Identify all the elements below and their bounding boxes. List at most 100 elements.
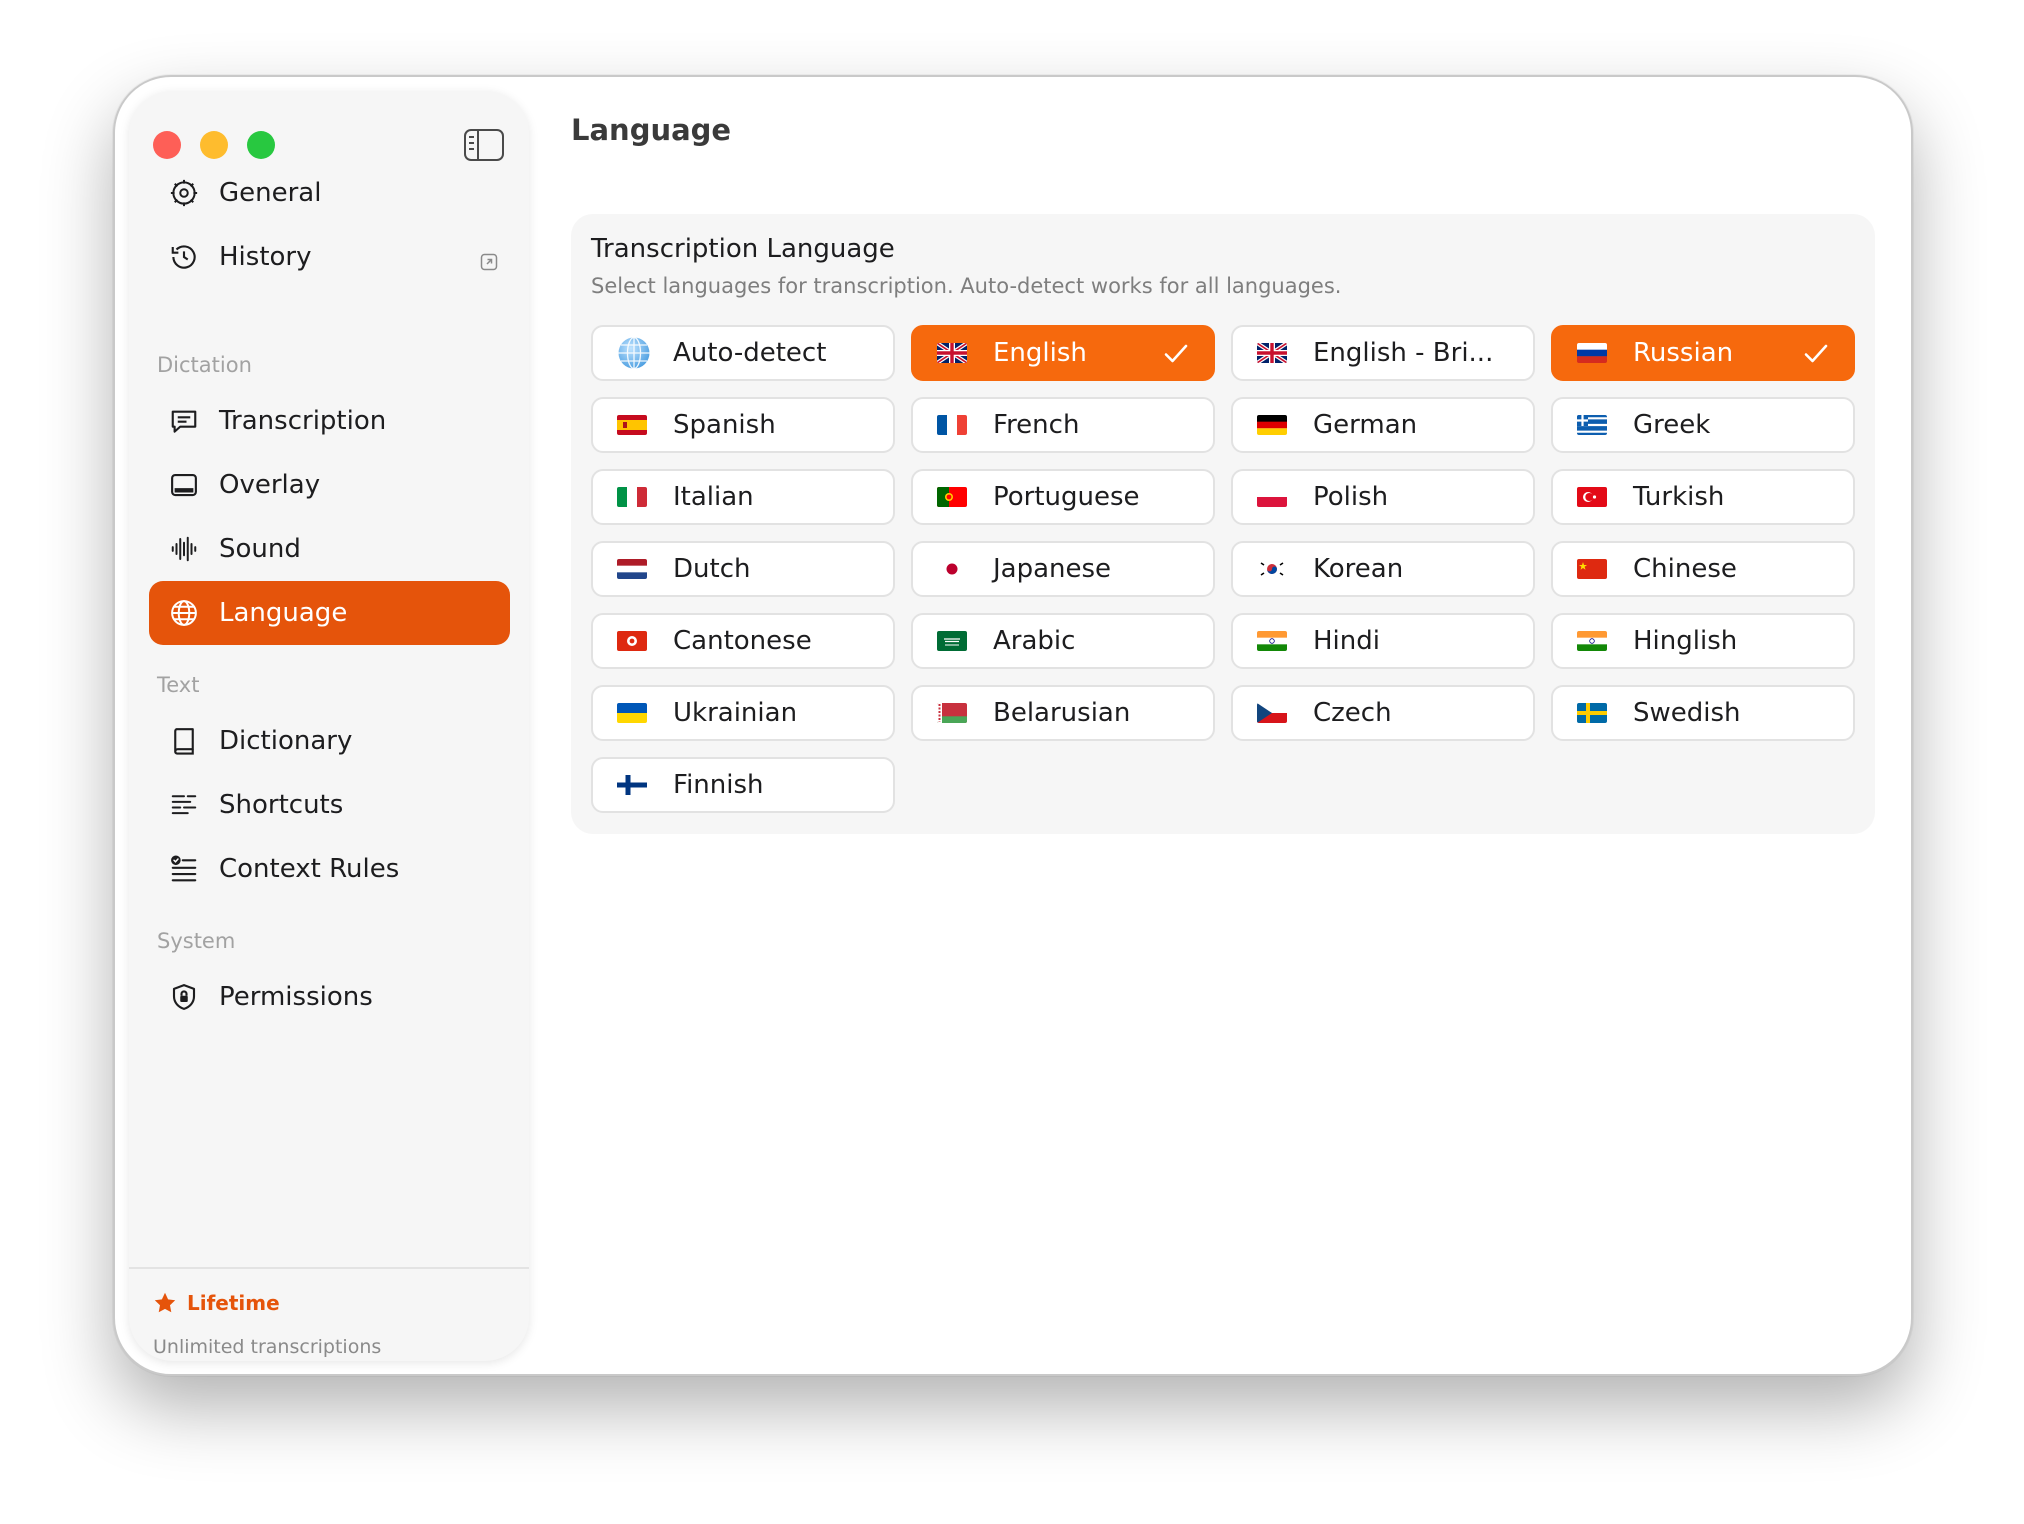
close-window-button[interactable] bbox=[153, 131, 181, 159]
language-option-greek[interactable]: Greek bbox=[1551, 397, 1855, 453]
flag-cz-icon bbox=[1257, 703, 1287, 723]
flag-pt-icon bbox=[937, 487, 967, 507]
language-label: Cantonese bbox=[673, 626, 812, 656]
sidebar: General History Dictation Transcription … bbox=[129, 91, 529, 1361]
language-option-czech[interactable]: Czech bbox=[1231, 685, 1535, 741]
language-option-spanish[interactable]: Spanish bbox=[591, 397, 895, 453]
language-option-hindi[interactable]: Hindi bbox=[1231, 613, 1535, 669]
language-option-italian[interactable]: Italian bbox=[591, 469, 895, 525]
sidebar-item-shortcuts[interactable]: Shortcuts bbox=[149, 773, 510, 837]
language-label: English bbox=[993, 338, 1087, 368]
sidebar-item-transcription[interactable]: Transcription bbox=[149, 389, 510, 453]
settings-window: General History Dictation Transcription … bbox=[113, 75, 1913, 1376]
sidebar-item-label: Overlay bbox=[219, 470, 321, 500]
flag-by-icon bbox=[937, 703, 967, 723]
flag-gb-icon bbox=[937, 343, 967, 363]
language-option-finnish[interactable]: Finnish bbox=[591, 757, 895, 813]
panel-title: Transcription Language bbox=[591, 234, 895, 264]
flag-nl-icon bbox=[617, 559, 647, 579]
flag-fi-icon bbox=[617, 775, 647, 795]
waveform-icon bbox=[169, 534, 199, 564]
globe-icon bbox=[618, 336, 650, 370]
gear-icon bbox=[169, 178, 199, 208]
page-title: Language bbox=[571, 113, 732, 147]
language-label: Korean bbox=[1313, 554, 1404, 584]
flag-kr-icon bbox=[1257, 559, 1287, 579]
sidebar-item-dictionary[interactable]: Dictionary bbox=[149, 709, 510, 773]
section-label-dictation: Dictation bbox=[157, 353, 252, 377]
shield-lock-icon bbox=[169, 982, 199, 1012]
window-controls bbox=[153, 131, 275, 159]
language-option-dutch[interactable]: Dutch bbox=[591, 541, 895, 597]
sidebar-item-language[interactable]: Language bbox=[149, 581, 510, 645]
language-label: Arabic bbox=[993, 626, 1076, 656]
language-grid: Auto-detect English English - Bri... Russia… bbox=[591, 325, 1855, 813]
book-icon bbox=[169, 726, 199, 756]
language-option-japanese[interactable]: Japanese bbox=[911, 541, 1215, 597]
language-option-portuguese[interactable]: Portuguese bbox=[911, 469, 1215, 525]
language-label: French bbox=[993, 410, 1080, 440]
plan-badge: Lifetime bbox=[153, 1291, 280, 1315]
language-label: Dutch bbox=[673, 554, 751, 584]
language-option-english-bri[interactable]: English - Bri... bbox=[1231, 325, 1535, 381]
language-label: Swedish bbox=[1633, 698, 1741, 728]
flag-fr-icon bbox=[937, 415, 967, 435]
language-label: Spanish bbox=[673, 410, 776, 440]
language-label: German bbox=[1313, 410, 1418, 440]
sidebar-item-label: Context Rules bbox=[219, 854, 400, 884]
transcription-language-panel: Transcription Language Select languages … bbox=[571, 214, 1875, 834]
language-option-russian[interactable]: Russian bbox=[1551, 325, 1855, 381]
language-option-ukrainian[interactable]: Ukrainian bbox=[591, 685, 895, 741]
sidebar-item-general[interactable]: General bbox=[149, 161, 510, 225]
language-option-swedish[interactable]: Swedish bbox=[1551, 685, 1855, 741]
language-label: Italian bbox=[673, 482, 754, 512]
sidebar-item-label: Language bbox=[219, 598, 348, 628]
flag-tr-icon bbox=[1577, 487, 1607, 507]
language-option-german[interactable]: German bbox=[1231, 397, 1535, 453]
section-label-system: System bbox=[157, 929, 236, 953]
flag-cn-icon bbox=[1577, 559, 1607, 579]
flag-sa-icon bbox=[937, 631, 967, 651]
flag-it-icon bbox=[617, 487, 647, 507]
language-option-hinglish[interactable]: Hinglish bbox=[1551, 613, 1855, 669]
language-label: Hinglish bbox=[1633, 626, 1738, 656]
language-label: Belarusian bbox=[993, 698, 1131, 728]
sidebar-item-sound[interactable]: Sound bbox=[149, 517, 510, 581]
language-option-english[interactable]: English bbox=[911, 325, 1215, 381]
language-option-korean[interactable]: Korean bbox=[1231, 541, 1535, 597]
language-label: Turkish bbox=[1633, 482, 1725, 512]
language-option-french[interactable]: French bbox=[911, 397, 1215, 453]
language-label: Polish bbox=[1313, 482, 1389, 512]
sidebar-item-history[interactable]: History bbox=[149, 225, 510, 289]
language-option-cantonese[interactable]: Cantonese bbox=[591, 613, 895, 669]
language-label: Greek bbox=[1633, 410, 1711, 440]
sidebar-item-context-rules[interactable]: Context Rules bbox=[149, 837, 510, 901]
text-lines-icon bbox=[169, 790, 199, 820]
sidebar-item-permissions[interactable]: Permissions bbox=[149, 965, 510, 1029]
open-external-icon[interactable] bbox=[480, 248, 498, 278]
language-option-belarusian[interactable]: Belarusian bbox=[911, 685, 1215, 741]
language-option-polish[interactable]: Polish bbox=[1231, 469, 1535, 525]
flag-in-icon bbox=[1577, 631, 1607, 651]
sidebar-item-overlay[interactable]: Overlay bbox=[149, 453, 510, 517]
language-option-chinese[interactable]: Chinese bbox=[1551, 541, 1855, 597]
flag-se-icon bbox=[1577, 703, 1607, 723]
language-label: Ukrainian bbox=[673, 698, 798, 728]
minimize-window-button[interactable] bbox=[200, 131, 228, 159]
language-option-arabic[interactable]: Arabic bbox=[911, 613, 1215, 669]
flag-pl-icon bbox=[1257, 487, 1287, 507]
flag-es-icon bbox=[617, 415, 647, 435]
language-option-auto-detect[interactable]: Auto-detect bbox=[591, 325, 895, 381]
plan-label: Lifetime bbox=[187, 1291, 280, 1315]
sidebar-footer-divider bbox=[129, 1267, 529, 1269]
sidebar-toggle-icon[interactable] bbox=[464, 129, 504, 161]
flag-ua-icon bbox=[617, 703, 647, 723]
language-option-turkish[interactable]: Turkish bbox=[1551, 469, 1855, 525]
star-icon bbox=[154, 1292, 176, 1313]
language-label: Japanese bbox=[993, 554, 1112, 584]
language-label: Czech bbox=[1313, 698, 1392, 728]
zoom-window-button[interactable] bbox=[247, 131, 275, 159]
language-label: Auto-detect bbox=[673, 338, 827, 368]
section-label-text: Text bbox=[157, 673, 200, 697]
language-label: Chinese bbox=[1633, 554, 1737, 584]
